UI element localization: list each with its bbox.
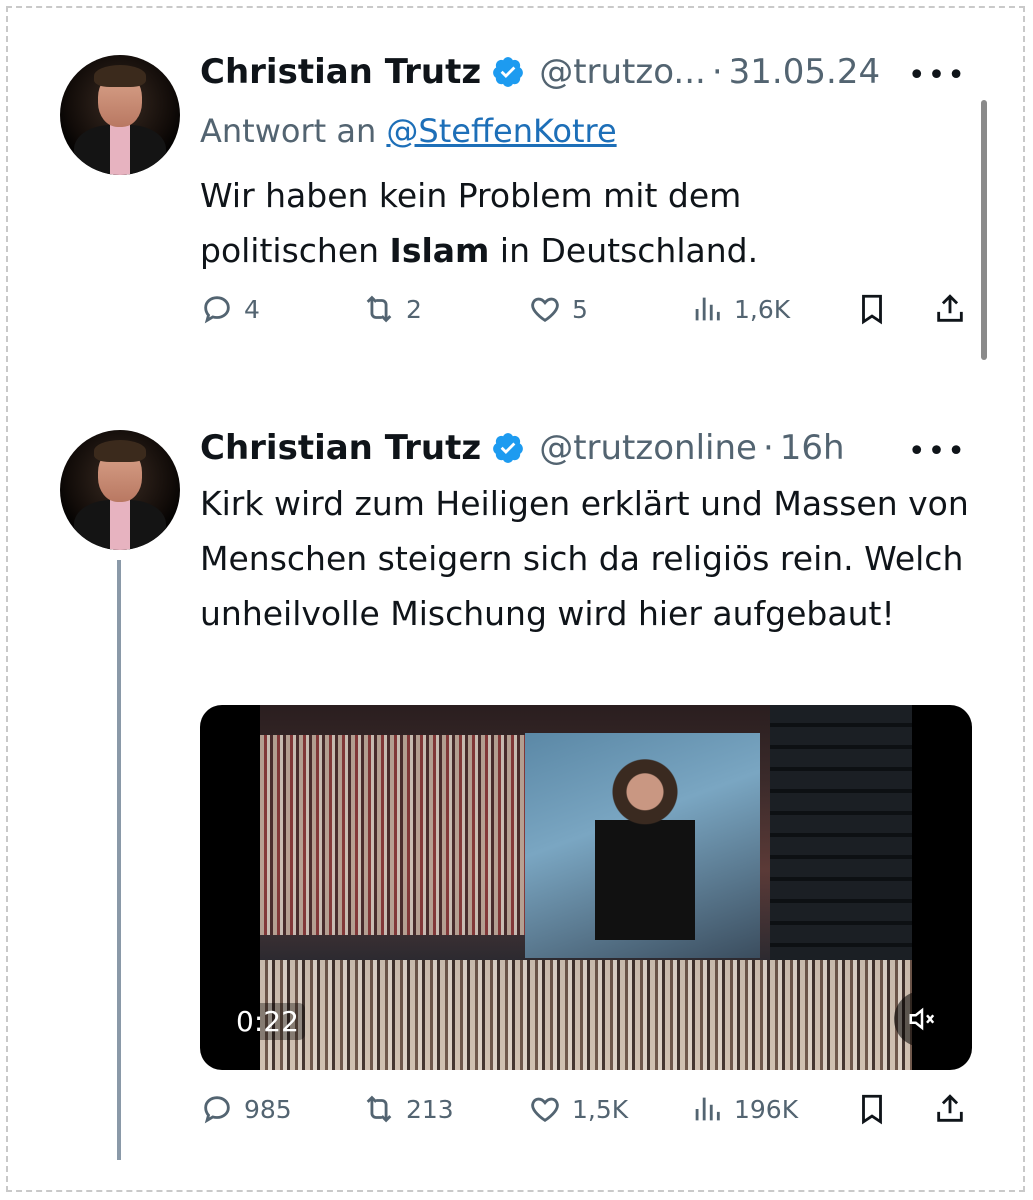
tweet-date[interactable]: 31.05.24 [729,52,880,92]
more-options-button[interactable]: ••• [908,58,967,93]
separator: · [711,52,723,92]
author-handle[interactable]: @trutzo... [539,52,706,92]
reply-to-link[interactable]: @SteffenKotre [386,112,616,150]
reply-icon [204,1096,230,1124]
verified-badge-icon [493,433,524,463]
video-singer [595,750,695,940]
author-name[interactable]: Christian Trutz [200,52,481,92]
tweet-2[interactable]: Christian Trutz @trutzonline · 16h ••• K… [0,380,1033,1180]
like-button[interactable]: 1,5K [528,1092,628,1126]
views-count: 196K [734,1094,799,1124]
video-timestamp: 0:22 [230,1003,305,1040]
bookmark-button[interactable] [855,292,889,326]
repost-button[interactable]: 213 [362,1092,454,1126]
tweet-text-part: in Deutschland. [489,231,759,270]
mute-button[interactable] [894,991,950,1047]
reply-count: 4 [244,294,260,324]
tweet-text: Wir haben kein Problem mit dem politisch… [200,168,840,278]
action-bar: 4 2 5 1,6K [200,292,975,336]
like-icon [531,1097,559,1123]
reply-button[interactable]: 4 [200,292,260,326]
views-count: 1,6K [734,294,791,324]
avatar[interactable] [60,430,180,550]
video-player[interactable]: 0:22 [200,705,972,1070]
reply-prefix: Antwort an [200,112,387,150]
author-name[interactable]: Christian Trutz [200,428,481,468]
tweet-date[interactable]: 16h [780,428,845,468]
reply-to-line: Antwort an @SteffenKotre [200,112,617,150]
repost-icon [366,295,392,323]
action-bar: 985 213 1,5K 196K [200,1092,975,1136]
views-icon [695,1097,720,1121]
video-crowd [260,960,912,1070]
verified-badge-icon [493,57,524,87]
tweet-header: Christian Trutz @trutzo... · 31.05.24 [200,52,880,92]
like-count: 1,5K [572,1094,629,1124]
tweet-header: Christian Trutz @trutzonline · 16h [200,428,845,468]
views-button[interactable]: 1,6K [690,292,790,326]
video-stage-tower [770,705,912,960]
repost-count: 2 [406,294,422,324]
mute-icon [909,1007,935,1031]
tweet-text-bold: Islam [389,231,490,270]
tweet-text: Kirk wird zum Heiligen erklärt und Masse… [200,484,969,633]
author-handle[interactable]: @trutzonline [539,428,757,468]
reply-icon [204,296,230,324]
reply-button[interactable]: 985 [200,1092,292,1126]
repost-button[interactable]: 2 [362,292,422,326]
video-crowd [260,735,530,935]
separator: · [762,428,774,468]
bookmark-button[interactable] [855,1092,889,1126]
share-button[interactable] [933,292,967,326]
tweet-1[interactable]: Christian Trutz @trutzo... · 31.05.24 ••… [0,0,1033,380]
share-button[interactable] [933,1092,967,1126]
avatar[interactable] [60,55,180,175]
share-icon [937,1094,963,1122]
views-button[interactable]: 196K [690,1092,798,1126]
like-count: 5 [572,294,588,324]
share-icon [937,294,963,322]
repost-icon [366,1095,392,1123]
views-icon [695,297,720,321]
repost-count: 213 [406,1094,454,1124]
like-icon [531,297,559,323]
more-options-button[interactable]: ••• [908,434,967,469]
reply-count: 985 [244,1094,292,1124]
like-button[interactable]: 5 [528,292,588,326]
bookmark-icon [862,1094,882,1125]
bookmark-icon [862,294,882,325]
